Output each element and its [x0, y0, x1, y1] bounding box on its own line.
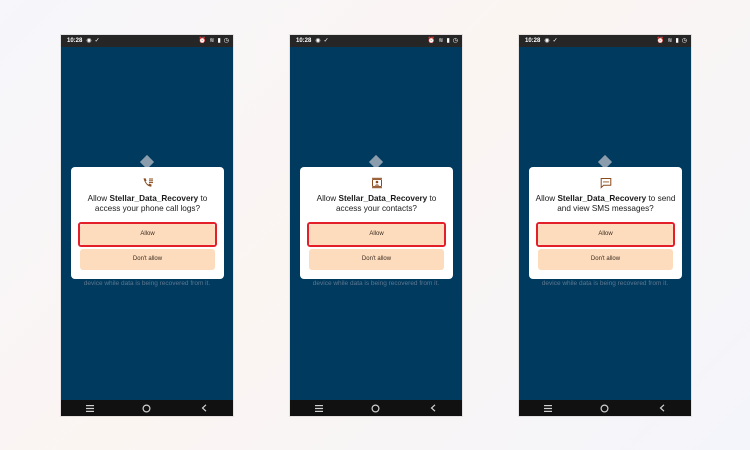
dont-allow-button[interactable]: Don't allow	[80, 249, 215, 270]
signal-icon: ▮	[446, 38, 450, 44]
background-text: device while data is being recovered fro…	[83, 280, 211, 287]
alarm-icon: ⏰	[198, 38, 207, 44]
status-bar: 10:28 ◉ ✓ ⏰ ≋ ▮ ◷	[519, 35, 691, 47]
permission-title: Allow Stellar_Data_Recovery to send and …	[533, 194, 678, 214]
title-prefix: Allow	[87, 194, 110, 203]
status-time: 10:28	[525, 38, 541, 44]
permission-title: Allow Stellar_Data_Recovery to access yo…	[75, 194, 220, 214]
signal-icon: ▮	[217, 38, 221, 44]
wifi-icon: ≋	[209, 38, 215, 44]
back-icon[interactable]	[656, 402, 668, 414]
battery-icon: ◷	[223, 38, 229, 44]
alarm-icon: ⏰	[656, 38, 665, 44]
dont-allow-button[interactable]: Don't allow	[309, 249, 444, 270]
notification-icon: ◉	[544, 38, 550, 44]
wifi-icon: ≋	[667, 38, 673, 44]
recent-apps-icon[interactable]	[313, 402, 325, 414]
alarm-icon: ⏰	[427, 38, 436, 44]
background-text: device while data is being recovered fro…	[541, 280, 669, 287]
status-bar: 10:28 ◉ ✓ ⏰ ≋ ▮ ◷	[290, 35, 462, 47]
recent-apps-icon[interactable]	[84, 402, 96, 414]
allow-button[interactable]: Allow	[309, 224, 444, 245]
status-time: 10:28	[67, 38, 83, 44]
allow-button[interactable]: Allow	[80, 224, 215, 245]
permission-dialog: Allow Stellar_Data_Recovery to access yo…	[300, 167, 453, 279]
back-icon[interactable]	[198, 402, 210, 414]
navigation-bar	[519, 400, 691, 416]
back-icon[interactable]	[427, 402, 439, 414]
link-icon: ✓	[323, 38, 329, 44]
notification-icon: ◉	[86, 38, 92, 44]
phone-screen-sms: 10:28 ◉ ✓ ⏰ ≋ ▮ ◷ device while data is b…	[519, 35, 691, 416]
contacts-icon	[371, 177, 383, 189]
background-text: device while data is being recovered fro…	[312, 280, 440, 287]
sms-icon	[600, 177, 612, 189]
battery-icon: ◷	[452, 38, 458, 44]
wifi-icon: ≋	[438, 38, 444, 44]
notification-icon: ◉	[315, 38, 321, 44]
home-icon[interactable]	[370, 402, 382, 414]
link-icon: ✓	[94, 38, 100, 44]
dont-allow-button[interactable]: Don't allow	[538, 249, 673, 270]
link-icon: ✓	[552, 38, 558, 44]
home-icon[interactable]	[141, 402, 153, 414]
title-prefix: Allow	[316, 194, 339, 203]
phone-screen-contacts: 10:28 ◉ ✓ ⏰ ≋ ▮ ◷ device while data is b…	[290, 35, 462, 416]
phone-screen-call-logs: 10:28 ◉ ✓ ⏰ ≋ ▮ ◷ device while data is b…	[61, 35, 233, 416]
call-log-icon	[142, 177, 154, 189]
permission-dialog: Allow Stellar_Data_Recovery to access yo…	[71, 167, 224, 279]
permission-title: Allow Stellar_Data_Recovery to access yo…	[304, 194, 449, 214]
app-name: Stellar_Data_Recovery	[557, 194, 647, 203]
status-bar: 10:28 ◉ ✓ ⏰ ≋ ▮ ◷	[61, 35, 233, 47]
allow-button[interactable]: Allow	[538, 224, 673, 245]
navigation-bar	[61, 400, 233, 416]
app-name: Stellar_Data_Recovery	[109, 194, 199, 203]
navigation-bar	[290, 400, 462, 416]
battery-icon: ◷	[681, 38, 687, 44]
permission-dialog: Allow Stellar_Data_Recovery to send and …	[529, 167, 682, 279]
signal-icon: ▮	[675, 38, 679, 44]
recent-apps-icon[interactable]	[542, 402, 554, 414]
status-time: 10:28	[296, 38, 312, 44]
app-name: Stellar_Data_Recovery	[338, 194, 428, 203]
home-icon[interactable]	[599, 402, 611, 414]
title-prefix: Allow	[535, 194, 558, 203]
